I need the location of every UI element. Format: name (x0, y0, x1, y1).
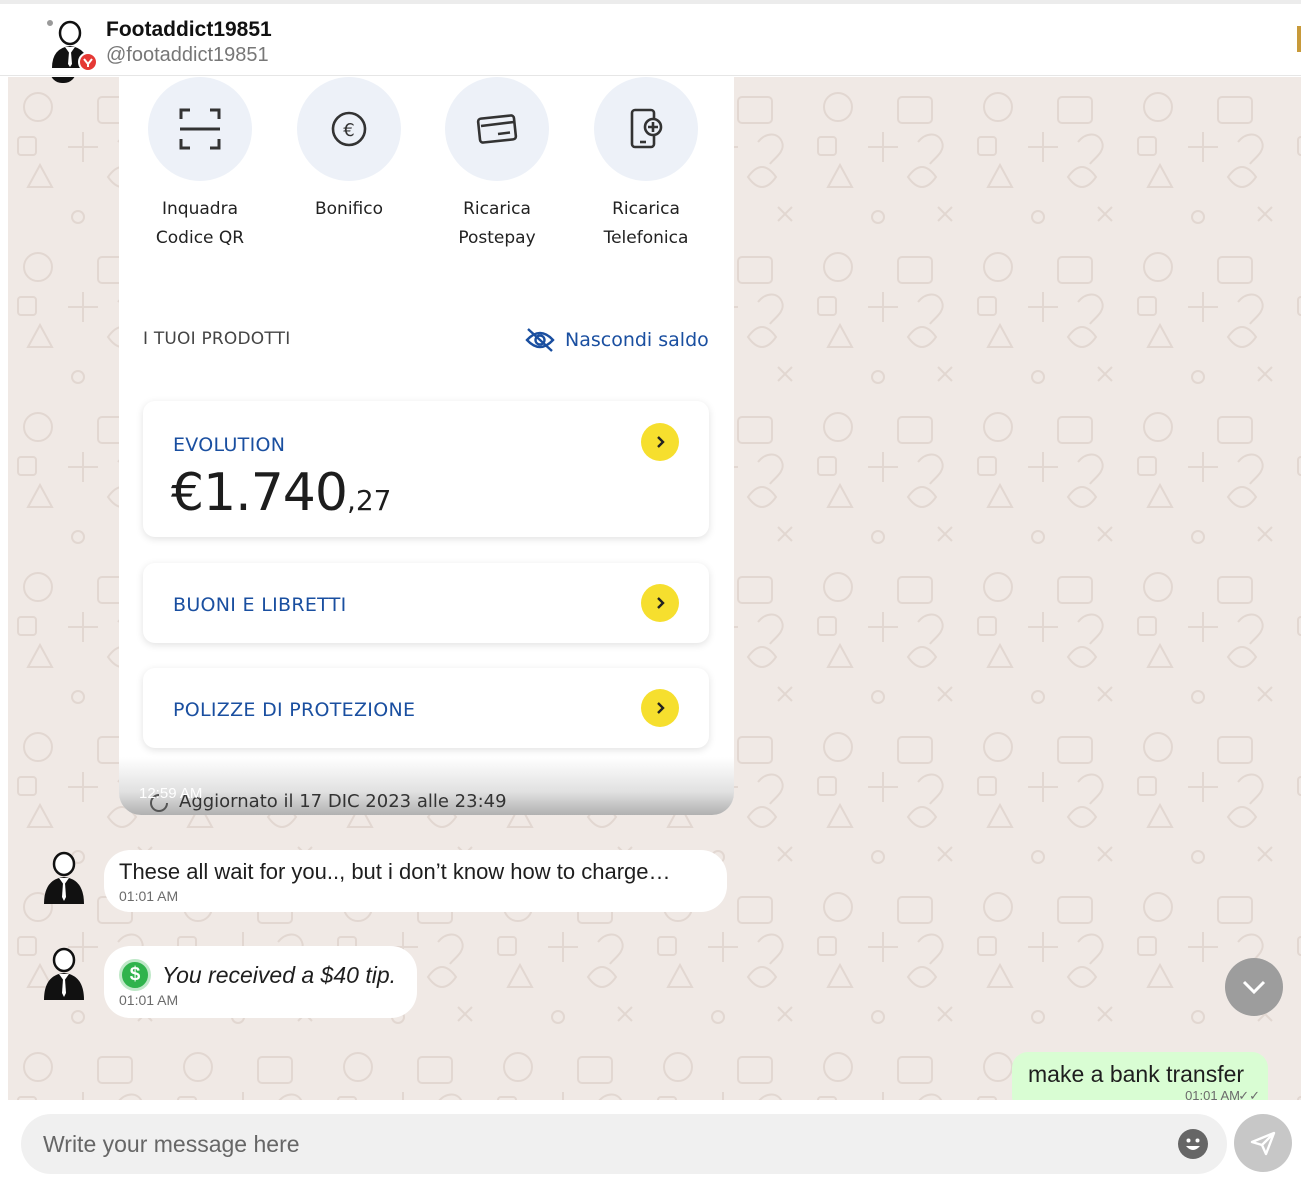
product-card-buoni[interactable]: BUONI E LIBRETTI (143, 563, 709, 643)
updated-timestamp: Aggiornato il 17 DIC 2023 alle 23:49 (179, 791, 507, 812)
emoji-button[interactable] (1178, 1129, 1208, 1159)
quick-action-bonifico[interactable]: € Bonifico (279, 77, 419, 224)
presence-dot (45, 18, 55, 28)
quick-action-label: Ricarica Postepay (458, 199, 536, 248)
send-button[interactable] (1234, 1114, 1292, 1172)
message-text: make a bank transfer (1028, 1061, 1245, 1087)
product-title: EVOLUTION (173, 434, 286, 456)
message-time: 01:01 AM (1185, 1088, 1240, 1100)
product-title: POLIZZE DI PROTEZIONE (173, 699, 416, 721)
chevron-right-icon[interactable] (641, 423, 679, 461)
message-time: 01:01 AM (119, 888, 179, 904)
product-title: BUONI E LIBRETTI (173, 594, 347, 616)
tip-text: You received a $40 tip. (162, 962, 396, 988)
quick-action-label: Bonifico (314, 199, 384, 219)
quick-action-postepay[interactable]: Ricarica Postepay (427, 77, 567, 253)
emoji-icon (1179, 1130, 1207, 1158)
quick-action-label: Ricarica Telefonica (603, 199, 689, 248)
account-balance: €1.740,27 (171, 463, 392, 523)
shared-screenshot[interactable]: Inquadra Codice QR € Bonifico Ricarica P… (119, 77, 734, 815)
chat-area[interactable]: Inquadra Codice QR € Bonifico Ricarica P… (8, 77, 1301, 1100)
dollar-icon: $ (119, 959, 151, 991)
send-icon (1250, 1131, 1276, 1156)
svg-text:€: € (343, 120, 354, 141)
hide-balance-label: Nascondi saldo (565, 329, 709, 351)
card-icon (445, 77, 549, 181)
hide-balance-button[interactable]: Nascondi saldo (525, 327, 709, 353)
contact-handle: @footaddict19851 (106, 44, 269, 66)
incoming-message[interactable]: $ You received a $40 tip. 01:01 AM (104, 946, 417, 1018)
avatar-man-icon (44, 851, 84, 904)
products-section-title: I TUOI PRODOTTI (143, 329, 291, 349)
verified-badge-icon (78, 52, 98, 72)
message-time: 12:59 AM (139, 785, 203, 802)
quick-action-qr[interactable]: Inquadra Codice QR (130, 77, 270, 253)
eye-off-icon (525, 328, 555, 352)
sender-avatar[interactable] (38, 943, 90, 1001)
message-text: These all wait for you.., but i don’t kn… (119, 859, 671, 884)
incoming-message[interactable]: These all wait for you.., but i don’t kn… (104, 850, 727, 912)
phone-topup-icon (594, 77, 698, 181)
composer-bar (0, 1100, 1301, 1194)
chevron-right-icon[interactable] (641, 584, 679, 622)
chat-header: Footaddict19851 @footaddict19851 (0, 0, 1301, 76)
product-card-evolution[interactable]: EVOLUTION €1.740,27 (143, 401, 709, 537)
chevron-right-icon[interactable] (641, 689, 679, 727)
qr-scan-icon (148, 77, 252, 181)
contact-name[interactable]: Footaddict19851 (106, 18, 272, 42)
scroll-down-button[interactable] (1225, 958, 1283, 1016)
quick-action-label: Inquadra Codice QR (155, 199, 245, 248)
chevron-down-icon (1242, 980, 1266, 995)
product-card-polizze[interactable]: POLIZZE DI PROTEZIONE (143, 668, 709, 748)
read-ticks-icon: ✓✓ (1238, 1088, 1260, 1100)
quick-action-telefonica[interactable]: Ricarica Telefonica (576, 77, 716, 253)
sender-avatar[interactable] (38, 847, 90, 905)
chat-window: Footaddict19851 @footaddict19851 Inquadr… (0, 0, 1301, 1194)
message-input[interactable] (21, 1114, 1227, 1174)
avatar-man-icon (44, 947, 84, 1000)
header-menu-edge[interactable] (1297, 26, 1301, 52)
outgoing-message[interactable]: make a bank transfer 01:01 AM ✓✓ (1012, 1052, 1268, 1100)
message-time: 01:01 AM (119, 992, 179, 1008)
euro-icon: € (297, 77, 401, 181)
